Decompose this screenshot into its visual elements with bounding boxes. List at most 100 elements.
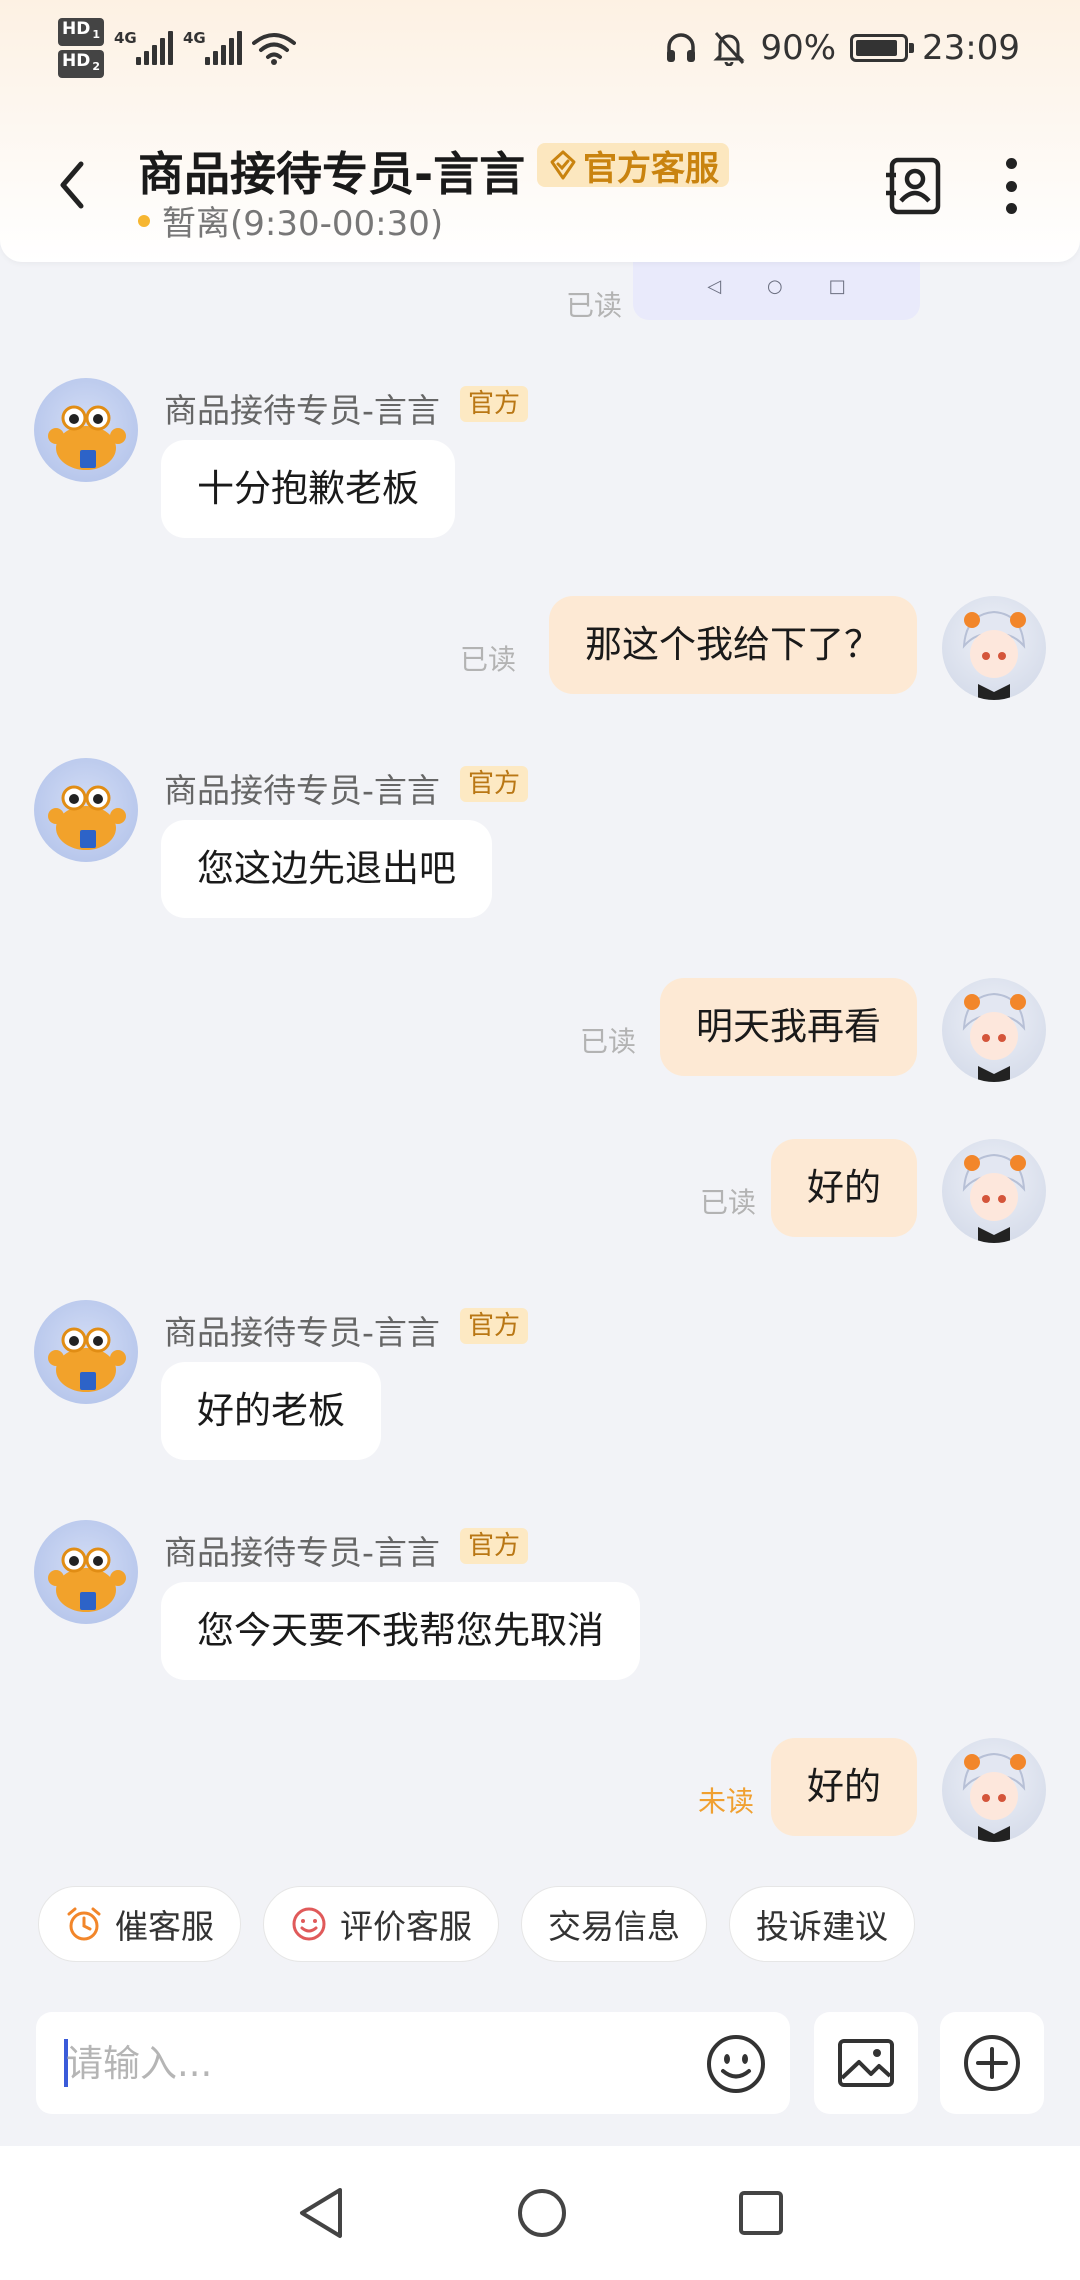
- complaint-button[interactable]: 投诉建议: [729, 1886, 915, 1962]
- read-status: 已读: [580, 1025, 637, 1058]
- user-avatar[interactable]: [942, 978, 1046, 1082]
- shield-check-icon: [550, 150, 576, 180]
- message-incoming: 商品接待专员-言言 官方 您今天要不我帮您先取消: [0, 1520, 1080, 1680]
- signal-icon: 4G: [114, 29, 173, 65]
- agent-status-text: 暂离(9:30-00:30): [162, 204, 444, 244]
- nav-recents-icon[interactable]: [738, 2190, 784, 2236]
- back-button[interactable]: [44, 150, 100, 220]
- plus-button[interactable]: [940, 2012, 1044, 2114]
- contact-card-icon[interactable]: [884, 157, 942, 215]
- plus-circle-icon: [964, 2035, 1020, 2091]
- hd-indicators: HD 1 HD 2: [58, 17, 104, 79]
- nav-home-icon[interactable]: [516, 2187, 568, 2239]
- message-bubble[interactable]: 您这边先退出吧: [161, 820, 492, 918]
- message-incoming: 商品接待专员-言言 官方 十分抱歉老板: [0, 378, 1080, 538]
- status-right: 90% 23:09: [664, 28, 1020, 68]
- status-bar: HD 1 HD 2 4G 4G 90% 23:09: [0, 0, 1080, 96]
- agent-avatar[interactable]: [34, 1520, 138, 1624]
- bell-off-icon: [713, 31, 746, 66]
- read-status: 已读: [566, 289, 623, 322]
- user-avatar[interactable]: [942, 1738, 1046, 1842]
- alarm-clock-icon: [67, 1907, 101, 1941]
- chat-header: 商品接待专员-言言 官方客服 暂离(9:30-00:30): [0, 120, 1080, 250]
- smile-icon: [292, 1907, 326, 1941]
- agent-avatar[interactable]: [34, 758, 138, 862]
- user-avatar-icon: [962, 1153, 1026, 1243]
- crab-mascot-icon: [48, 785, 126, 850]
- more-button[interactable]: [996, 158, 1026, 214]
- partial-nav-bubble: ◁ ○ □: [633, 262, 920, 320]
- headphones-icon: [667, 33, 696, 62]
- sender-name: 商品接待专员-言言: [164, 771, 440, 810]
- official-tag: 官方: [460, 766, 529, 802]
- message-outgoing: 已读 那这个我给下了？: [0, 596, 1080, 706]
- system-nav-bar: [0, 2146, 1080, 2280]
- top-area: HD 1 HD 2 4G 4G 90% 23:09 商品接待专员-言言 官方客服…: [0, 0, 1080, 262]
- chat-area[interactable]: 已读 ◁ ○ □ 商品接待专员-言言 官方 十分抱歉老板 已读 那这个我给下了？: [0, 262, 1080, 1870]
- message-outgoing: 已读 明天我再看: [0, 978, 1080, 1088]
- trade-info-button[interactable]: 交易信息: [521, 1886, 707, 1962]
- image-button[interactable]: [814, 2012, 918, 2114]
- official-tag: 官方: [460, 1528, 529, 1564]
- official-badge-label: 官方客服: [583, 148, 719, 189]
- more-dot: [1005, 203, 1017, 214]
- away-dot-icon: [138, 214, 150, 227]
- agent-status: 暂离(9:30-00:30): [138, 196, 443, 245]
- chip-label: 交易信息: [548, 1907, 680, 1946]
- wifi-icon: [252, 33, 296, 65]
- input-bar: [0, 1978, 1080, 2146]
- nav-home-glyph: ○: [767, 275, 783, 297]
- sender-name: 商品接待专员-言言: [164, 1533, 440, 1572]
- more-dot: [1005, 158, 1017, 169]
- hd2-indicator: HD 2: [58, 50, 104, 79]
- message-incoming: 商品接待专员-言言 官方 您这边先退出吧: [0, 758, 1080, 918]
- user-avatar-icon: [962, 992, 1026, 1082]
- urge-service-button[interactable]: 催客服: [38, 1886, 241, 1962]
- nav-back-icon[interactable]: [296, 2186, 346, 2240]
- message-bubble[interactable]: 好的: [771, 1139, 917, 1237]
- agent-avatar[interactable]: [34, 1300, 138, 1404]
- unread-status: 未读: [698, 1785, 755, 1818]
- chip-label: 投诉建议: [756, 1907, 888, 1946]
- battery-icon: [850, 34, 915, 62]
- more-dot: [1005, 180, 1017, 192]
- hd1-indicator: HD 1: [58, 17, 104, 46]
- user-avatar-icon: [962, 1752, 1026, 1842]
- official-service-badge: 官方客服: [537, 143, 729, 189]
- agent-avatar[interactable]: [34, 378, 138, 482]
- read-status: 已读: [700, 1186, 757, 1219]
- status-left: HD 1 HD 2 4G 4G: [58, 17, 296, 79]
- message-outgoing: 已读 好的: [0, 1139, 1080, 1249]
- crab-mascot-icon: [48, 1327, 126, 1392]
- back-icon: [60, 161, 84, 209]
- chip-label: 催客服: [115, 1907, 214, 1946]
- message-bubble[interactable]: 明天我再看: [660, 978, 917, 1076]
- message-bubble[interactable]: 您今天要不我帮您先取消: [161, 1582, 640, 1680]
- battery-percent: 90%: [760, 28, 837, 68]
- message-bubble[interactable]: 好的老板: [161, 1362, 381, 1460]
- image-icon: [838, 2039, 894, 2087]
- battery-fill: [856, 40, 898, 56]
- crab-mascot-icon: [48, 1547, 126, 1612]
- nav-back-glyph: ◁: [707, 275, 722, 297]
- user-avatar[interactable]: [942, 1139, 1046, 1243]
- message-input[interactable]: [66, 2012, 686, 2114]
- crab-mascot-icon: [48, 405, 126, 470]
- emoji-icon[interactable]: [704, 2032, 768, 2096]
- user-avatar[interactable]: [942, 596, 1046, 700]
- message-bubble[interactable]: 十分抱歉老板: [161, 440, 455, 538]
- message-input-box[interactable]: [36, 2012, 790, 2114]
- message-outgoing: 未读 好的: [0, 1738, 1080, 1848]
- page-title: 商品接待专员-言言: [138, 147, 526, 201]
- message-bubble[interactable]: 好的: [771, 1738, 917, 1836]
- message-bubble[interactable]: 那这个我给下了？: [549, 596, 917, 694]
- official-tag: 官方: [460, 1308, 529, 1344]
- message-incoming: 商品接待专员-言言 官方 好的老板: [0, 1300, 1080, 1460]
- signal-icon: 4G: [183, 29, 242, 65]
- sender-name: 商品接待专员-言言: [164, 1313, 440, 1352]
- sender-name: 商品接待专员-言言: [164, 391, 440, 430]
- rate-service-button[interactable]: 评价客服: [263, 1886, 499, 1962]
- quick-actions-bar: 催客服 评价客服 交易信息 投诉建议: [0, 1870, 1080, 1978]
- chip-label: 评价客服: [340, 1907, 472, 1946]
- user-avatar-icon: [962, 610, 1026, 700]
